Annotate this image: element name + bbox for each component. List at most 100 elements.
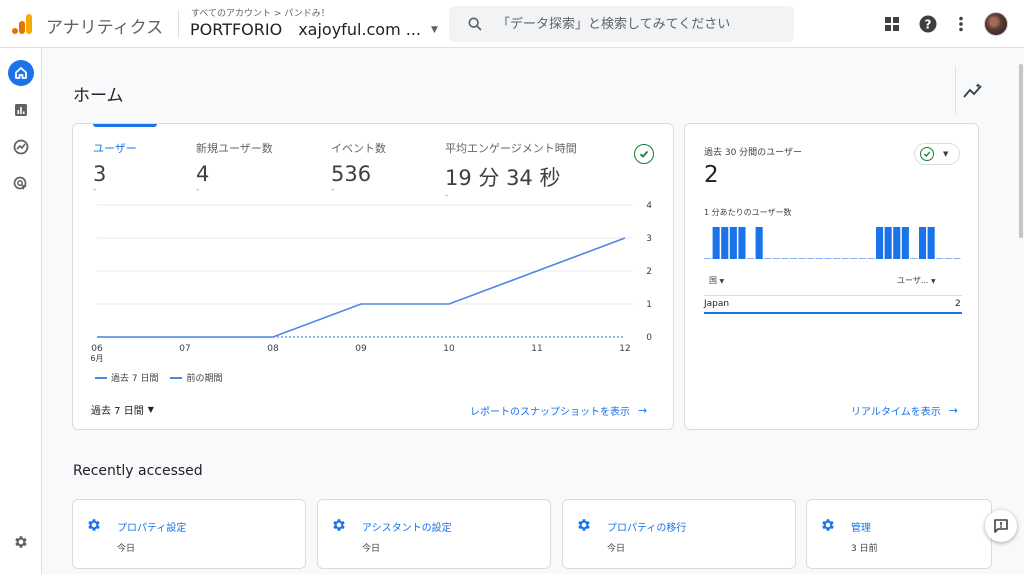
recent-item-time: 今日	[362, 544, 381, 554]
per-minute-bar	[910, 258, 918, 259]
recent-item-card[interactable]: プロパティの移行 今日	[562, 499, 796, 569]
view-snapshot-link[interactable]: レポートのスナップショットを表示 →	[470, 403, 647, 418]
legend-label-previous: 前の期間	[186, 374, 223, 384]
per-minute-bar	[919, 227, 927, 259]
per-minute-bar	[772, 258, 780, 259]
legend-label-current: 過去 7 日間	[111, 374, 159, 384]
realtime-title: 過去 30 分間のユーザー	[704, 148, 802, 158]
gear-icon	[576, 517, 592, 537]
explore-icon[interactable]	[8, 134, 34, 160]
users-column-header[interactable]: ユーザ... ▼	[897, 275, 936, 286]
property-selector[interactable]: PORTFORIO xajoyful.com ... ▼	[190, 20, 438, 39]
x-tick-label: 10	[443, 344, 455, 354]
per-minute-bar	[704, 258, 712, 259]
breadcrumb[interactable]: すべてのアカウント > パンドみ！	[191, 6, 330, 19]
per-minute-bar	[807, 258, 815, 259]
property-name: PORTFORIO	[190, 20, 283, 39]
per-minute-bar	[884, 227, 892, 259]
x-tick-month-label: 6月	[90, 354, 103, 363]
view-snapshot-label: レポートのスナップショットを表示	[470, 407, 630, 418]
y-tick-label: 0	[646, 333, 652, 343]
country-cell: Japan	[704, 299, 730, 309]
avatar[interactable]	[984, 12, 1008, 36]
arrow-right-icon: →	[948, 404, 958, 417]
caret-down-icon: ▼	[147, 405, 154, 414]
x-tick-label: 11	[531, 344, 542, 354]
view-realtime-link[interactable]: リアルタイムを表示 →	[851, 403, 958, 418]
analytics-logo-icon[interactable]	[10, 12, 34, 36]
gear-icon	[820, 517, 836, 537]
per-minute-bar-chart	[704, 227, 961, 259]
search-bar[interactable]	[449, 6, 794, 42]
insights-icon[interactable]	[962, 82, 984, 100]
y-tick-label: 2	[646, 267, 652, 277]
apps-grid-icon[interactable]	[882, 14, 902, 34]
users-line-chart: 0123406 07 08 09 10 11 126月	[90, 201, 652, 363]
recent-item-card[interactable]: プロパティ設定 今日	[72, 499, 306, 569]
chart-legend: 過去 7 日間 前の期間	[95, 371, 222, 384]
toolbar-divider	[955, 66, 956, 114]
per-minute-bar	[755, 227, 763, 259]
per-minute-bar	[824, 258, 832, 259]
feedback-button[interactable]	[985, 510, 1017, 542]
per-minute-bar	[781, 258, 789, 259]
per-minute-bar	[850, 258, 858, 259]
reports-icon[interactable]	[8, 97, 34, 123]
x-tick-label: 07	[179, 344, 190, 354]
search-input[interactable]	[497, 15, 777, 33]
users-column-label: ユーザ...	[897, 276, 929, 285]
help-icon[interactable]: ?	[918, 14, 938, 34]
x-tick-label: 09	[355, 344, 367, 354]
gear-icon	[86, 517, 102, 537]
account-name: xajoyful.com ...	[298, 20, 421, 39]
recent-item-card[interactable]: アシスタントの設定 今日	[317, 499, 551, 569]
per-minute-title: 1 分あたりのユーザー数	[704, 208, 792, 217]
country-share-bar	[704, 312, 962, 314]
feedback-icon	[994, 519, 1008, 533]
recent-item-name: プロパティ設定	[117, 523, 187, 534]
settings-icon[interactable]	[8, 529, 34, 555]
home-icon[interactable]	[8, 60, 34, 86]
per-minute-bar	[893, 227, 901, 259]
recent-item-time: 3 日前	[851, 544, 878, 554]
per-minute-bar	[790, 258, 798, 259]
view-realtime-label: リアルタイムを表示	[851, 407, 941, 418]
per-minute-bar	[953, 258, 961, 259]
y-tick-label: 3	[646, 234, 652, 244]
svg-text:?: ?	[925, 18, 932, 32]
per-minute-bar	[738, 227, 746, 259]
page-scrollbar[interactable]	[1019, 64, 1023, 238]
more-vert-icon[interactable]	[951, 14, 971, 34]
country-column-label: 国	[709, 276, 717, 285]
legend-swatch-previous	[170, 376, 183, 379]
realtime-value: 2	[704, 162, 719, 188]
recent-item-time: 今日	[607, 544, 626, 554]
per-minute-bar	[944, 258, 952, 259]
legend-swatch-current	[95, 376, 107, 379]
caret-down-icon: ▼	[931, 278, 936, 285]
recent-item-card[interactable]: 管理 3 日前	[806, 499, 992, 569]
x-tick-label: 12	[619, 344, 630, 354]
per-minute-bar	[747, 258, 755, 259]
per-minute-bar	[721, 227, 729, 259]
recent-item-time: 今日	[117, 544, 136, 554]
per-minute-bar	[858, 258, 866, 259]
header-divider	[178, 10, 179, 38]
overview-card: ユーザー 3 - 新規ユーザー数 4 - イベント数 536 - 平均エンゲージ…	[72, 123, 674, 430]
country-column-header[interactable]: 国 ▼	[709, 275, 724, 286]
advertising-icon[interactable]	[8, 171, 34, 197]
recent-item-name: プロパティの移行	[607, 523, 687, 534]
app-title: アナリティクス	[46, 18, 164, 38]
top-app-bar: アナリティクス すべてのアカウント > パンドみ！ PORTFORIO xajo…	[0, 0, 1024, 48]
per-minute-bar	[876, 227, 884, 259]
gear-icon	[331, 517, 347, 537]
date-range-selector[interactable]: 過去 7 日間 ▼	[91, 402, 154, 417]
per-minute-bar	[798, 258, 806, 259]
realtime-card: 過去 30 分間のユーザー 2 ▼ 1 分あたりのユーザー数 国 ▼ ユーザ..…	[684, 123, 979, 430]
caret-down-icon: ▼	[943, 150, 949, 158]
recently-accessed-title: Recently accessed	[73, 463, 203, 479]
per-minute-bar	[712, 227, 720, 259]
realtime-filter-button[interactable]: ▼	[914, 143, 960, 165]
per-minute-bar	[815, 258, 823, 259]
search-icon	[468, 17, 482, 31]
